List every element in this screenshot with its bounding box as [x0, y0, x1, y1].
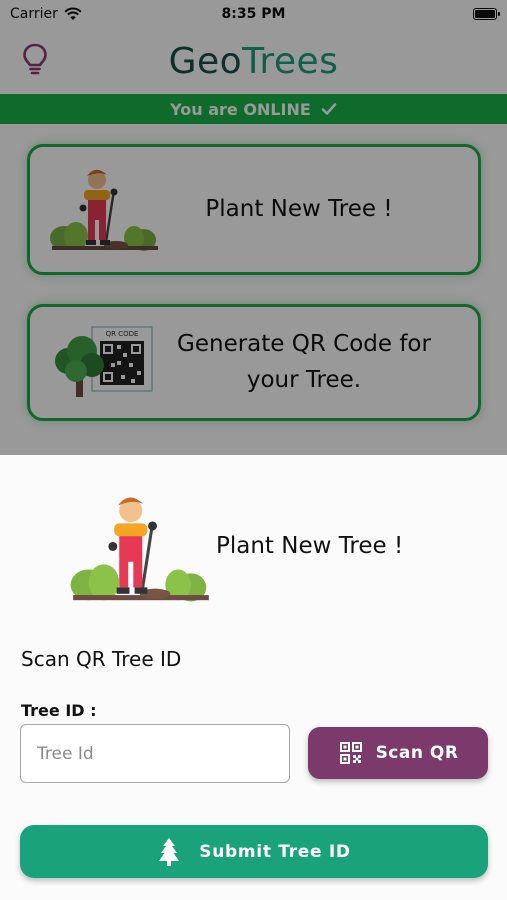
- sheet-heading: Plant New Tree !: [216, 533, 404, 559]
- qr-scan-icon: [339, 742, 362, 764]
- scan-qr-label: Scan QR: [375, 743, 459, 763]
- tree-id-label: Tree ID :: [21, 701, 97, 720]
- scan-qr-button[interactable]: Scan QR: [308, 727, 488, 779]
- submit-tree-id-label: Submit Tree ID: [199, 841, 351, 862]
- scan-section-title: Scan QR Tree ID: [21, 647, 182, 671]
- gardener-large-illustration: [70, 497, 209, 602]
- pine-tree-icon: [159, 837, 180, 866]
- tree-id-input[interactable]: [20, 724, 290, 783]
- submit-tree-id-button[interactable]: Submit Tree ID: [20, 825, 488, 878]
- plant-tree-sheet: Plant New Tree ! Scan QR Tree ID Tree ID…: [0, 455, 507, 900]
- modal-backdrop[interactable]: [0, 0, 507, 455]
